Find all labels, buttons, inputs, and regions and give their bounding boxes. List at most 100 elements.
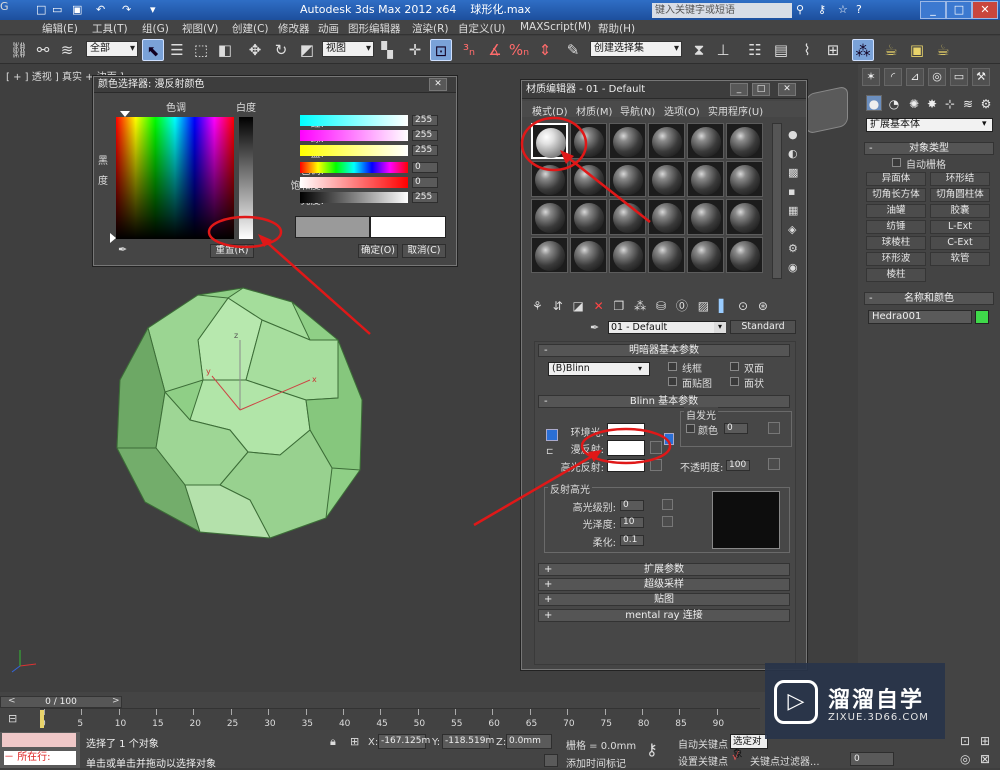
unlink-icon[interactable]: ⚯ (32, 39, 54, 61)
diffuse-color-swatch[interactable] (607, 440, 645, 456)
reset-map-icon[interactable]: ✕ (594, 299, 604, 313)
edit-named-sets-icon[interactable]: ✎ (562, 39, 584, 61)
faceted-checkbox[interactable] (730, 377, 739, 386)
me-menu-utilities[interactable]: 实用程序(U) (708, 103, 763, 118)
maxscript-input[interactable] (2, 733, 76, 747)
mirror-icon[interactable]: ⧗ (688, 39, 710, 61)
maps-rollout[interactable]: + 贴图 (538, 593, 790, 606)
chamfer-cyl-button[interactable]: 切角圆柱体 (930, 188, 990, 202)
key-mode-icon[interactable]: √ (732, 750, 739, 763)
minimize-button[interactable]: _ (920, 1, 946, 19)
hue-blackness-field[interactable] (116, 117, 234, 239)
material-type-button[interactable]: Standard (730, 320, 796, 334)
menu-animation[interactable]: 动画 (318, 21, 339, 36)
rect-selection-icon[interactable]: ⬚ (190, 39, 212, 61)
sample-slot[interactable] (726, 161, 763, 197)
hedra-button[interactable]: 异面体 (866, 172, 926, 186)
sample-slot[interactable] (531, 199, 568, 235)
rotate-icon[interactable]: ↻ (270, 39, 292, 61)
material-name-field[interactable]: 01 - Default (608, 321, 726, 334)
ribbon-icon[interactable]: ▤ (770, 39, 792, 61)
key-filters-button[interactable]: 关键点过滤器... (750, 753, 820, 768)
select-manipulate-icon[interactable]: ✛ (404, 39, 426, 61)
menu-views[interactable]: 视图(V) (182, 21, 218, 36)
display-tab-icon[interactable]: ▭ (950, 68, 968, 86)
mental-ray-rollout[interactable]: + mental ray 连接 (538, 609, 790, 622)
object-color-swatch[interactable] (975, 310, 989, 324)
sample-type-icon[interactable]: ● (788, 125, 804, 144)
sample-slot[interactable] (648, 123, 685, 159)
new-file-icon[interactable]: □ (36, 2, 46, 18)
sample-slot[interactable] (648, 237, 685, 273)
specular-level-map-button[interactable] (662, 499, 673, 510)
self-illum-color-checkbox[interactable] (686, 424, 695, 433)
polyhedron-object[interactable]: z x y (100, 280, 380, 540)
me-close-button[interactable]: ✕ (778, 83, 796, 96)
spindle-button[interactable]: 纺锤 (866, 220, 926, 234)
schematic-view-icon[interactable]: ⊞ (822, 39, 844, 61)
time-slider-next-icon[interactable]: > (112, 696, 120, 706)
time-slider[interactable]: 0 / 100 (0, 696, 122, 708)
sample-slot[interactable] (609, 123, 646, 159)
selection-lock-icon[interactable]: 🔒︎ (330, 735, 336, 749)
name-color-rollout[interactable]: - 名称和颜色 (864, 292, 994, 305)
material-name-dropdown-icon[interactable]: ▾ (714, 322, 726, 333)
timeline-ruler[interactable]: 051015202530354045505560657075808590 (40, 708, 760, 730)
sample-slot[interactable] (609, 237, 646, 273)
create-tab-icon[interactable]: ✶ (862, 68, 880, 86)
gengon-button[interactable]: 球棱柱 (866, 236, 926, 250)
pick-material-eyedropper-icon[interactable]: ✒ (590, 321, 599, 334)
mini-curve-editor-icon[interactable]: ⊟ (8, 712, 26, 726)
oiltank-button[interactable]: 油罐 (866, 204, 926, 218)
diffuse-map-button[interactable] (650, 441, 662, 454)
hue-slider[interactable] (300, 162, 408, 173)
binoculars-icon[interactable]: ⚲ (796, 2, 804, 18)
redo-icon[interactable]: ↷ (122, 2, 131, 18)
whiteness-slider[interactable] (239, 117, 253, 239)
motion-tab-icon[interactable]: ◎ (928, 68, 946, 86)
shapes-icon[interactable]: ◔ (886, 96, 902, 112)
backlight-icon[interactable]: ◐ (788, 144, 804, 163)
sample-slot[interactable] (648, 161, 685, 197)
l-ext-button[interactable]: L-Ext (930, 220, 990, 234)
current-frame-field[interactable]: 0 (850, 752, 894, 766)
help-icon[interactable]: ? (856, 2, 862, 18)
sample-slot[interactable] (531, 237, 568, 273)
put-to-scene-icon[interactable]: ⇵ (553, 299, 563, 313)
face-map-checkbox[interactable] (668, 377, 677, 386)
menu-tools[interactable]: 工具(T) (92, 21, 128, 36)
curve-editor-icon[interactable]: ⌇ (796, 39, 818, 61)
layer-manager-icon[interactable]: ☷ (744, 39, 766, 61)
specular-map-button[interactable] (650, 459, 662, 471)
keyboard-shortcut-icon[interactable]: ⊡ (430, 39, 452, 61)
zoom-extents-icon[interactable]: ⊡ (960, 734, 970, 748)
diffuse-lock-icon[interactable] (664, 433, 674, 445)
get-material-icon[interactable]: ⚘ (532, 299, 543, 313)
save-file-icon[interactable]: ▣ (72, 2, 82, 18)
spinner-snap-icon[interactable]: ⇕ (534, 39, 556, 61)
green-spinner[interactable]: 255 (412, 130, 438, 141)
blinn-rollout-header[interactable]: - Blinn 基本参数 (538, 395, 790, 408)
sample-slot[interactable] (609, 161, 646, 197)
time-slider-prev-icon[interactable]: < (8, 696, 16, 706)
window-crossing-icon[interactable]: ◧ (214, 39, 236, 61)
key-selection-dropdown[interactable]: 选定对象 (730, 734, 768, 760)
percent-snap-icon[interactable]: %ₙ (508, 39, 530, 61)
sample-slot[interactable] (570, 237, 607, 273)
move-icon[interactable]: ✥ (244, 39, 266, 61)
menu-group[interactable]: 组(G) (142, 21, 169, 36)
time-marker[interactable] (40, 710, 44, 728)
menu-graph-editors[interactable]: 图形编辑器 (348, 21, 401, 36)
x-coord-field[interactable]: -167.125m (378, 734, 430, 749)
selection-filter-dropdown[interactable]: 全部 (86, 41, 138, 57)
sample-slot[interactable] (570, 161, 607, 197)
sample-slot[interactable] (570, 123, 607, 159)
menu-help[interactable]: 帮助(H) (598, 21, 635, 36)
red-slider[interactable] (300, 115, 408, 126)
lock-diffuse-specular-icon[interactable]: ⊏ (546, 447, 558, 457)
cancel-button[interactable]: 取消(C) (402, 244, 446, 258)
rendered-frame-icon[interactable]: ▣ (906, 39, 928, 61)
sample-slot[interactable] (687, 161, 724, 197)
object-name-field[interactable]: Hedra001 (868, 310, 972, 324)
named-selection-dropdown[interactable]: 创建选择集 (590, 41, 682, 57)
